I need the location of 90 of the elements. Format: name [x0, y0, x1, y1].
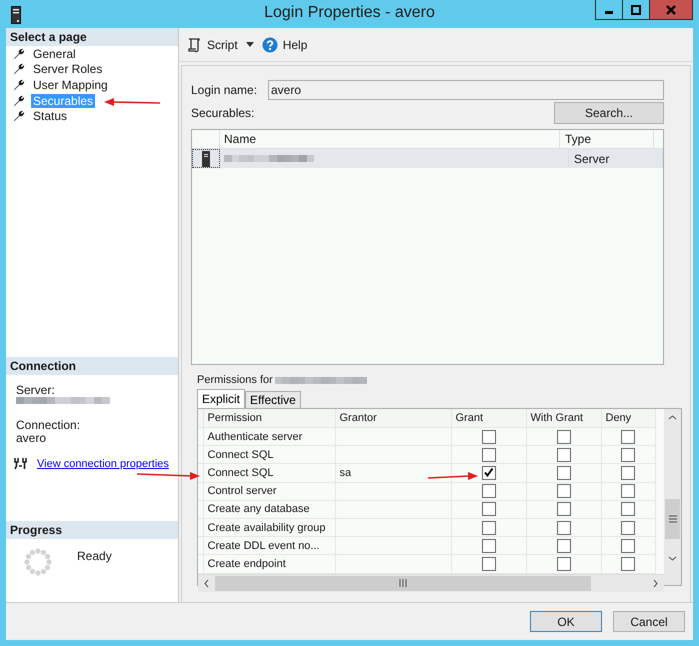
table-cell: Connect SQL [208, 448, 274, 461]
table-cell: Authenticate server [208, 430, 302, 443]
tab[interactable]: Effective [245, 391, 301, 408]
securable-row[interactable]: Server [192, 149, 663, 168]
table-cell: sa [340, 466, 352, 479]
checkbox[interactable] [621, 538, 635, 553]
dialog-button[interactable]: OK [530, 611, 602, 632]
checkbox[interactable] [556, 466, 570, 480]
close-icon [665, 4, 677, 14]
annotation-arrow [136, 472, 200, 480]
server-icon [11, 6, 21, 24]
section-header: Select a page [6, 28, 178, 46]
column-header: Permission [208, 412, 262, 424]
checkbox[interactable] [482, 502, 496, 516]
help-button[interactable]: Help [260, 34, 310, 54]
checkbox[interactable] [556, 556, 570, 571]
checkbox[interactable] [621, 448, 635, 462]
login-name-field[interactable]: avero [268, 80, 664, 100]
table-cell: Server [569, 152, 663, 166]
connection-label: Connection: [16, 419, 80, 432]
grip-icon [398, 579, 408, 587]
checkbox[interactable] [482, 466, 496, 480]
annotation-arrow [104, 98, 160, 106]
table-cell: Create any database [208, 503, 310, 516]
server-icon [202, 150, 210, 166]
wrench-icon [13, 110, 25, 122]
close-button[interactable] [649, 0, 693, 20]
column-header: Deny [606, 412, 632, 424]
wrench-icon [13, 48, 25, 60]
horizontal-scrollbar[interactable] [198, 574, 664, 592]
window-title: Login Properties - avero [263, 4, 436, 22]
help-icon [262, 36, 278, 52]
checkbox[interactable] [556, 538, 570, 553]
checkbox[interactable] [556, 520, 570, 535]
wrench-icon [13, 94, 25, 107]
checkbox[interactable] [482, 430, 496, 444]
section-header: Connection [6, 357, 178, 375]
checkbox[interactable] [621, 484, 635, 498]
checkbox[interactable] [482, 448, 496, 462]
checkbox[interactable] [482, 538, 496, 553]
progress-status: Ready [77, 549, 112, 563]
dialog-button[interactable]: Cancel [613, 611, 685, 632]
caret-icon[interactable] [246, 42, 254, 47]
column-header: With Grant [530, 412, 584, 424]
checkbox[interactable] [621, 430, 635, 444]
table-cell: Create availability group [208, 522, 326, 534]
securables-label: Securables: [191, 106, 254, 120]
search-button[interactable]: Search... [554, 102, 664, 124]
page-link[interactable]: General [31, 46, 78, 61]
column-header: Grantor [340, 412, 377, 424]
table-cell: Control server [208, 485, 277, 498]
page-link[interactable]: Server Roles [31, 62, 104, 76]
maximize-icon [630, 4, 642, 14]
page-link[interactable]: Status [31, 109, 70, 124]
column-header: Name [220, 130, 560, 148]
wrench-icon [13, 78, 25, 91]
table-cell: Connect SQL [208, 466, 274, 479]
checkbox[interactable] [482, 520, 496, 535]
checkbox[interactable] [621, 466, 635, 480]
annotation-arrow [428, 472, 478, 480]
minimize-icon [605, 11, 613, 14]
table-cell: Create DDL event no... [208, 540, 320, 552]
checkbox[interactable] [621, 502, 635, 516]
script-icon [186, 36, 202, 52]
wrench-icon [13, 63, 25, 76]
checkbox[interactable] [482, 556, 496, 571]
table-cell: Create endpoint [208, 558, 286, 570]
checkbox[interactable] [556, 502, 570, 516]
grip-icon [668, 514, 676, 524]
script-button[interactable]: Script [184, 34, 240, 54]
vertical-scrollbar[interactable] [664, 409, 681, 585]
checkbox[interactable] [482, 484, 496, 498]
checkbox[interactable] [556, 484, 570, 498]
checkbox[interactable] [621, 520, 635, 535]
section-header: Progress [6, 521, 178, 539]
login-name-label: Login name: [191, 83, 258, 97]
spinner-icon [23, 547, 53, 577]
checkbox[interactable] [556, 430, 570, 444]
checkbox[interactable] [556, 448, 570, 462]
view-connection-link[interactable]: View connection properties [37, 458, 169, 470]
server-label: Server: [16, 384, 55, 397]
permissions-label: Permissions for [197, 374, 273, 386]
minimize-button[interactable] [595, 0, 623, 20]
page-link[interactable]: User Mapping [31, 78, 110, 92]
connection-icon [14, 458, 28, 470]
column-header: Type [560, 130, 654, 148]
connection-value: avero [16, 432, 46, 445]
checkbox[interactable] [621, 556, 635, 571]
tab[interactable]: Explicit [197, 389, 246, 408]
column-header: Grant [456, 412, 484, 424]
